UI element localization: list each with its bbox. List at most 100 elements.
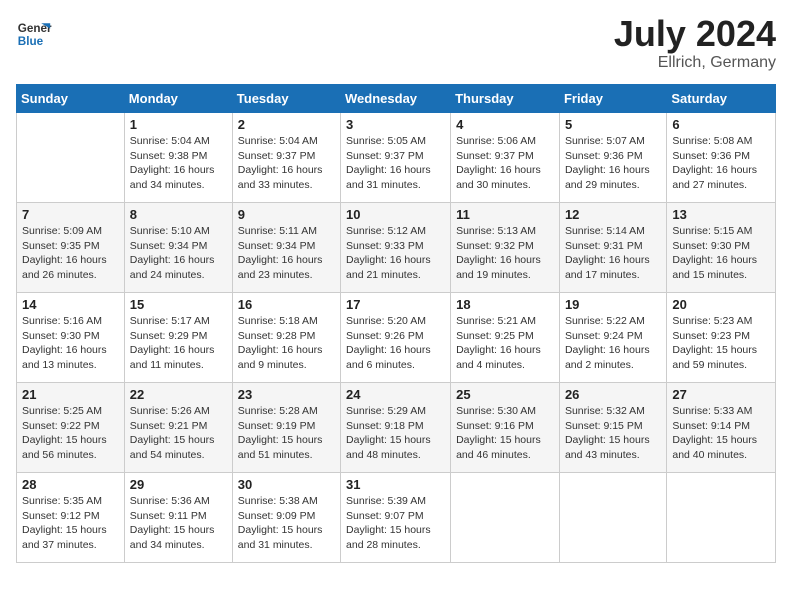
day-info: Sunrise: 5:39 AMSunset: 9:07 PMDaylight:…: [346, 494, 445, 553]
logo-icon: General Blue: [16, 16, 52, 52]
day-number: 23: [238, 387, 335, 402]
day-number: 19: [565, 297, 661, 312]
page-header: General Blue July 2024 Ellrich, Germany: [16, 16, 776, 72]
calendar-cell: 23 Sunrise: 5:28 AMSunset: 9:19 PMDayligh…: [232, 383, 340, 473]
day-info: Sunrise: 5:09 AMSunset: 9:35 PMDaylight:…: [22, 224, 119, 283]
calendar-week-row: 7 Sunrise: 5:09 AMSunset: 9:35 PMDaylight…: [17, 203, 776, 293]
day-info: Sunrise: 5:25 AMSunset: 9:22 PMDaylight:…: [22, 404, 119, 463]
day-info: Sunrise: 5:13 AMSunset: 9:32 PMDaylight:…: [456, 224, 554, 283]
day-number: 26: [565, 387, 661, 402]
calendar-cell: 11Sunrise: 5:13 AMSunset: 9:32 PMDayligh…: [451, 203, 560, 293]
calendar-cell: 13Sunrise: 5:15 AMSunset: 9:30 PMDayligh…: [667, 203, 776, 293]
day-number: 24: [346, 387, 445, 402]
day-number: 14: [22, 297, 119, 312]
logo: General Blue: [16, 16, 52, 52]
calendar-cell: 4 Sunrise: 5:06 AMSunset: 9:37 PMDaylight…: [451, 113, 560, 203]
calendar-body: 1 Sunrise: 5:04 AMSunset: 9:38 PMDaylight…: [17, 113, 776, 563]
day-info: Sunrise: 5:21 AMSunset: 9:25 PMDaylight:…: [456, 314, 554, 373]
day-number: 8: [130, 207, 227, 222]
day-info: Sunrise: 5:07 AMSunset: 9:36 PMDaylight:…: [565, 134, 661, 193]
calendar-cell: 30Sunrise: 5:38 AMSunset: 9:09 PMDayligh…: [232, 473, 340, 563]
calendar-cell: 12 Sunrise: 5:14 AMSunset: 9:31 PMDayligh…: [559, 203, 666, 293]
day-number: 15: [130, 297, 227, 312]
calendar-cell: 7 Sunrise: 5:09 AMSunset: 9:35 PMDaylight…: [17, 203, 125, 293]
location-title: Ellrich, Germany: [614, 54, 776, 72]
day-info: Sunrise: 5:10 AMSunset: 9:34 PMDaylight:…: [130, 224, 227, 283]
calendar-cell: 5 Sunrise: 5:07 AMSunset: 9:36 PMDaylight…: [559, 113, 666, 203]
weekday-header-cell: Sunday: [17, 85, 125, 113]
calendar-cell: 27Sunrise: 5:33 AMSunset: 9:14 PMDayligh…: [667, 383, 776, 473]
day-info: Sunrise: 5:14 AMSunset: 9:31 PMDaylight:…: [565, 224, 661, 283]
day-info: Sunrise: 5:04 AMSunset: 9:37 PMDaylight:…: [238, 134, 335, 193]
day-info: Sunrise: 5:22 AMSunset: 9:24 PMDaylight:…: [565, 314, 661, 373]
day-number: 4: [456, 117, 554, 132]
day-info: Sunrise: 5:28 AMSunset: 9:19 PMDaylight:…: [238, 404, 335, 463]
weekday-header-cell: Saturday: [667, 85, 776, 113]
day-info: Sunrise: 5:06 AMSunset: 9:37 PMDaylight:…: [456, 134, 554, 193]
day-info: Sunrise: 5:16 AMSunset: 9:30 PMDaylight:…: [22, 314, 119, 373]
day-number: 21: [22, 387, 119, 402]
calendar-cell: 25Sunrise: 5:30 AMSunset: 9:16 PMDayligh…: [451, 383, 560, 473]
day-number: 2: [238, 117, 335, 132]
day-number: 31: [346, 477, 445, 492]
day-info: Sunrise: 5:36 AMSunset: 9:11 PMDaylight:…: [130, 494, 227, 553]
calendar-cell: 22Sunrise: 5:26 AMSunset: 9:21 PMDayligh…: [124, 383, 232, 473]
calendar-cell: 17Sunrise: 5:20 AMSunset: 9:26 PMDayligh…: [341, 293, 451, 383]
calendar-cell: [17, 113, 125, 203]
calendar-cell: 29 Sunrise: 5:36 AMSunset: 9:11 PMDayligh…: [124, 473, 232, 563]
calendar-cell: 24 Sunrise: 5:29 AMSunset: 9:18 PMDayligh…: [341, 383, 451, 473]
day-number: 16: [238, 297, 335, 312]
day-info: Sunrise: 5:18 AMSunset: 9:28 PMDaylight:…: [238, 314, 335, 373]
day-number: 5: [565, 117, 661, 132]
calendar-cell: 10Sunrise: 5:12 AMSunset: 9:33 PMDayligh…: [341, 203, 451, 293]
calendar-cell: 18 Sunrise: 5:21 AMSunset: 9:25 PMDayligh…: [451, 293, 560, 383]
weekday-header-row: SundayMondayTuesdayWednesdayThursdayFrid…: [17, 85, 776, 113]
day-number: 10: [346, 207, 445, 222]
calendar-cell: 31 Sunrise: 5:39 AMSunset: 9:07 PMDayligh…: [341, 473, 451, 563]
calendar-cell: 20 Sunrise: 5:23 AMSunset: 9:23 PMDayligh…: [667, 293, 776, 383]
day-number: 3: [346, 117, 445, 132]
calendar-cell: 8 Sunrise: 5:10 AMSunset: 9:34 PMDaylight…: [124, 203, 232, 293]
day-info: Sunrise: 5:17 AMSunset: 9:29 PMDaylight:…: [130, 314, 227, 373]
weekday-header-cell: Wednesday: [341, 85, 451, 113]
calendar-week-row: 28Sunrise: 5:35 AMSunset: 9:12 PMDayligh…: [17, 473, 776, 563]
calendar-cell: 9Sunrise: 5:11 AMSunset: 9:34 PMDaylight…: [232, 203, 340, 293]
svg-text:Blue: Blue: [18, 35, 44, 48]
weekday-header-cell: Friday: [559, 85, 666, 113]
calendar-table: SundayMondayTuesdayWednesdayThursdayFrid…: [16, 84, 776, 563]
day-info: Sunrise: 5:30 AMSunset: 9:16 PMDaylight:…: [456, 404, 554, 463]
title-area: July 2024 Ellrich, Germany: [614, 16, 776, 72]
day-number: 22: [130, 387, 227, 402]
calendar-week-row: 1 Sunrise: 5:04 AMSunset: 9:38 PMDaylight…: [17, 113, 776, 203]
calendar-cell: 14 Sunrise: 5:16 AMSunset: 9:30 PMDayligh…: [17, 293, 125, 383]
day-info: Sunrise: 5:08 AMSunset: 9:36 PMDaylight:…: [672, 134, 770, 193]
day-number: 12: [565, 207, 661, 222]
calendar-cell: 16 Sunrise: 5:18 AMSunset: 9:28 PMDayligh…: [232, 293, 340, 383]
calendar-cell: 6Sunrise: 5:08 AMSunset: 9:36 PMDaylight…: [667, 113, 776, 203]
day-info: Sunrise: 5:29 AMSunset: 9:18 PMDaylight:…: [346, 404, 445, 463]
calendar-cell: [667, 473, 776, 563]
day-number: 29: [130, 477, 227, 492]
day-info: Sunrise: 5:05 AMSunset: 9:37 PMDaylight:…: [346, 134, 445, 193]
calendar-cell: 1 Sunrise: 5:04 AMSunset: 9:38 PMDaylight…: [124, 113, 232, 203]
calendar-cell: 3 Sunrise: 5:05 AMSunset: 9:37 PMDaylight…: [341, 113, 451, 203]
day-info: Sunrise: 5:11 AMSunset: 9:34 PMDaylight:…: [238, 224, 335, 283]
calendar-week-row: 14 Sunrise: 5:16 AMSunset: 9:30 PMDayligh…: [17, 293, 776, 383]
day-number: 17: [346, 297, 445, 312]
day-info: Sunrise: 5:32 AMSunset: 9:15 PMDaylight:…: [565, 404, 661, 463]
calendar-cell: 26 Sunrise: 5:32 AMSunset: 9:15 PMDayligh…: [559, 383, 666, 473]
day-number: 20: [672, 297, 770, 312]
day-number: 1: [130, 117, 227, 132]
day-info: Sunrise: 5:23 AMSunset: 9:23 PMDaylight:…: [672, 314, 770, 373]
calendar-cell: 19 Sunrise: 5:22 AMSunset: 9:24 PMDayligh…: [559, 293, 666, 383]
day-number: 7: [22, 207, 119, 222]
calendar-cell: 2 Sunrise: 5:04 AMSunset: 9:37 PMDaylight…: [232, 113, 340, 203]
calendar-cell: 15 Sunrise: 5:17 AMSunset: 9:29 PMDayligh…: [124, 293, 232, 383]
calendar-cell: 21 Sunrise: 5:25 AMSunset: 9:22 PMDayligh…: [17, 383, 125, 473]
calendar-cell: [451, 473, 560, 563]
weekday-header-cell: Tuesday: [232, 85, 340, 113]
weekday-header-cell: Monday: [124, 85, 232, 113]
day-number: 30: [238, 477, 335, 492]
day-info: Sunrise: 5:04 AMSunset: 9:38 PMDaylight:…: [130, 134, 227, 193]
day-number: 18: [456, 297, 554, 312]
